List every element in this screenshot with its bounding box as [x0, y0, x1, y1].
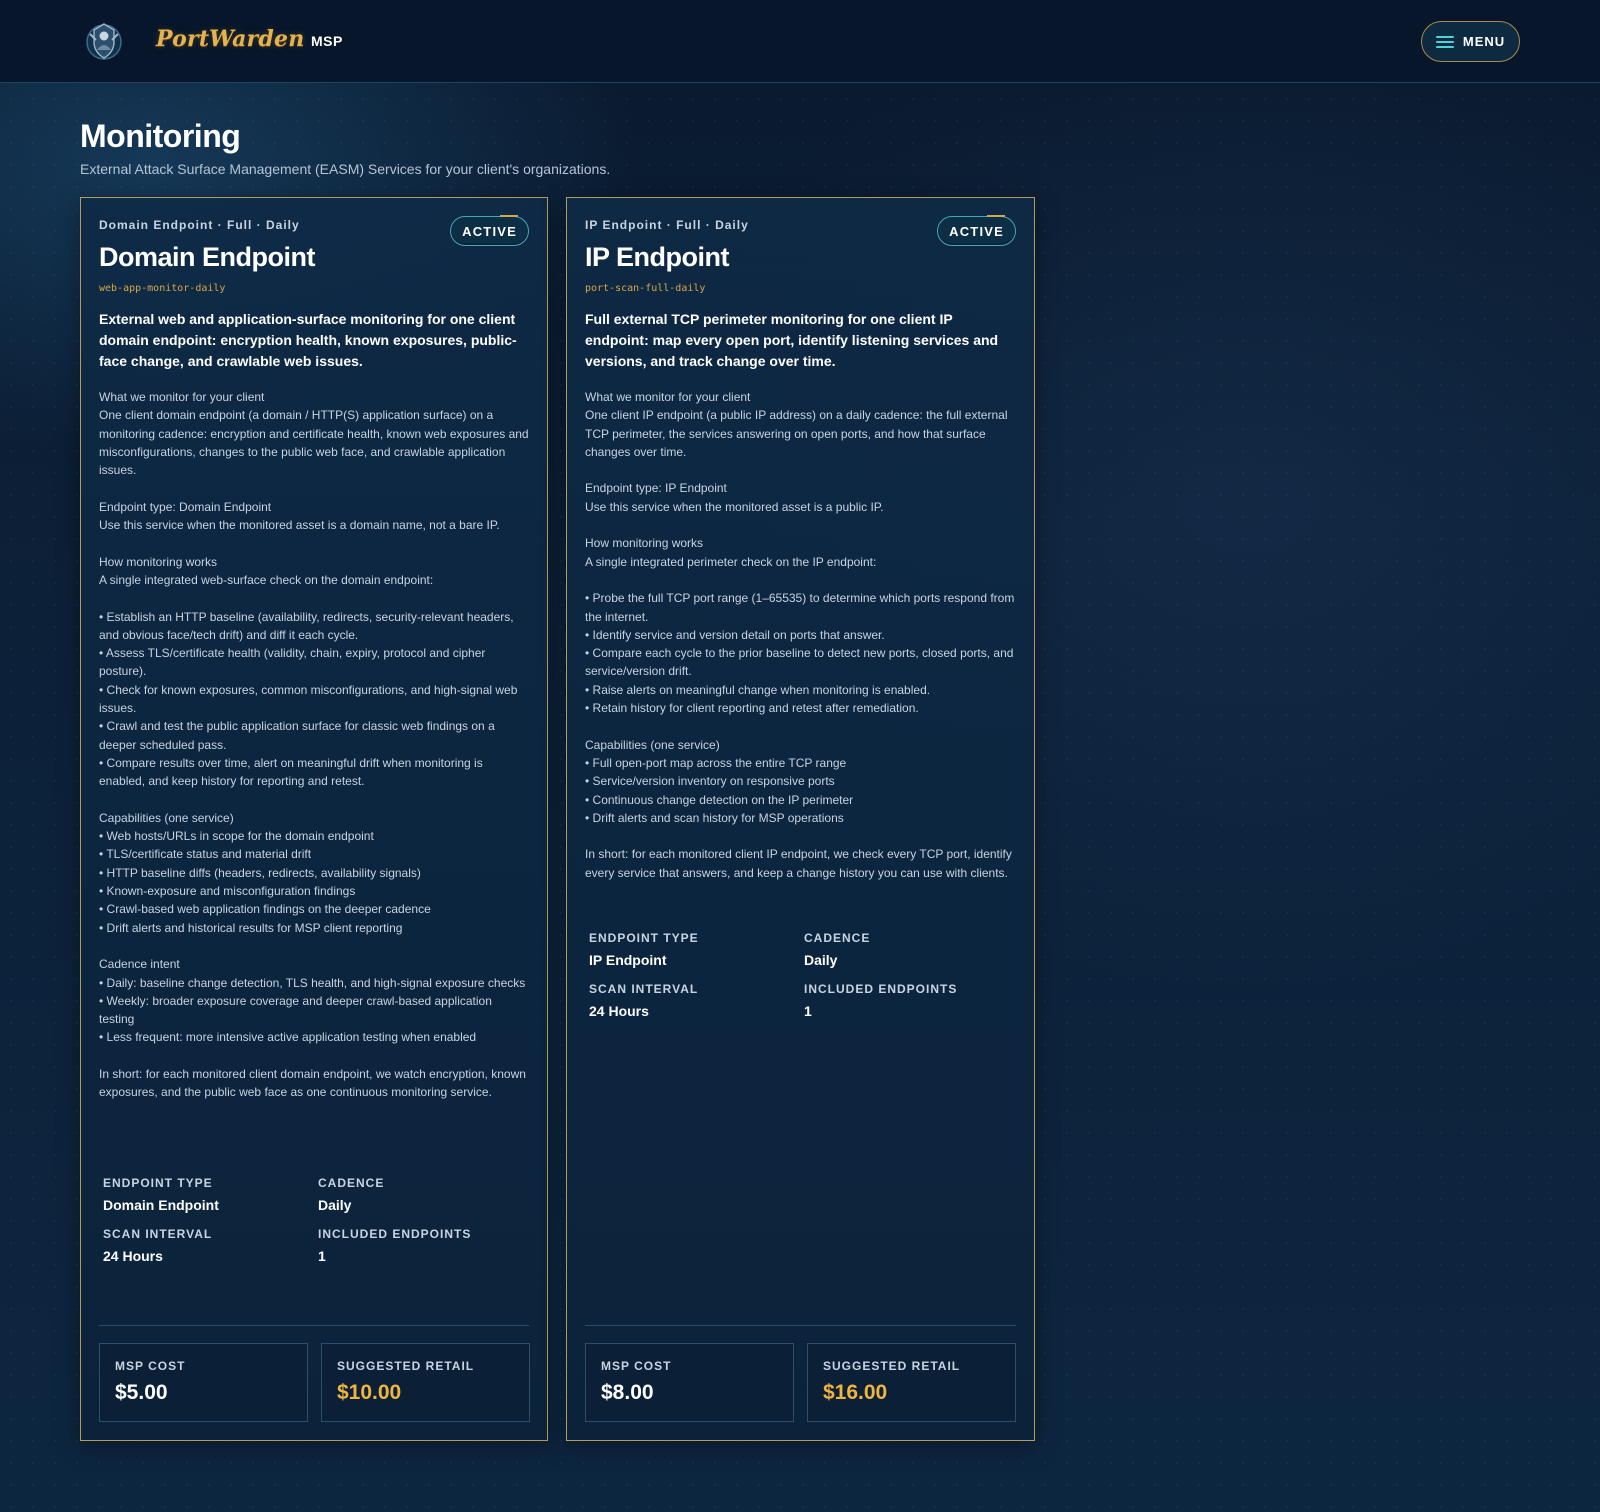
spec-value: IP Endpoint — [589, 952, 667, 968]
divider — [585, 1325, 1016, 1326]
spec-included-endpoints: INCLUDED ENDPOINTS 1 — [318, 1227, 518, 1264]
spec-value: 24 Hours — [103, 1248, 163, 1264]
menu-button[interactable]: MENU — [1421, 21, 1520, 62]
service-slug: port-scan-full-daily — [585, 283, 706, 294]
page-title: Monitoring — [80, 118, 241, 154]
suggested-retail-box: SUGGESTED RETAIL $16.00 — [807, 1343, 1016, 1422]
spec-label: CADENCE — [318, 1176, 385, 1190]
spec-value: 24 Hours — [589, 1003, 649, 1019]
msp-cost-value: $8.00 — [601, 1381, 654, 1404]
card-title: IP Endpoint — [585, 242, 730, 272]
divider — [99, 1325, 529, 1326]
card-description: What we monitor for your client One clie… — [99, 390, 529, 1100]
spec-label: ENDPOINT TYPE — [589, 931, 699, 945]
spec-label: INCLUDED ENDPOINTS — [804, 982, 958, 996]
service-card-ip-endpoint: IP Endpoint · Full · Daily ACTIVE IP End… — [566, 197, 1035, 1441]
spec-endpoint-type: ENDPOINT TYPE Domain Endpoint — [103, 1176, 318, 1213]
spec-label: SCAN INTERVAL — [103, 1227, 213, 1241]
retail-label: SUGGESTED RETAIL — [823, 1359, 961, 1373]
spec-value: Domain Endpoint — [103, 1197, 219, 1213]
retail-value: $16.00 — [823, 1381, 888, 1404]
spec-label: SCAN INTERVAL — [589, 982, 699, 996]
spec-cadence: CADENCE Daily — [804, 931, 1004, 968]
page-subtitle: External Attack Surface Management (EASM… — [80, 161, 611, 177]
spec-value: 1 — [318, 1248, 326, 1264]
suggested-retail-box: SUGGESTED RETAIL $10.00 — [321, 1343, 530, 1422]
spec-label: ENDPOINT TYPE — [103, 1176, 213, 1190]
spec-grid: ENDPOINT TYPE Domain Endpoint CADENCE Da… — [103, 1176, 529, 1264]
msp-cost-value: $5.00 — [115, 1381, 168, 1404]
brand-suffix: MSP — [311, 33, 343, 49]
spec-endpoint-type: ENDPOINT TYPE IP Endpoint — [589, 931, 804, 968]
spec-scan-interval: SCAN INTERVAL 24 Hours — [589, 982, 804, 1019]
spec-scan-interval: SCAN INTERVAL 24 Hours — [103, 1227, 318, 1264]
msp-cost-label: MSP COST — [601, 1359, 672, 1373]
spec-value: 1 — [804, 1003, 812, 1019]
spec-cadence: CADENCE Daily — [318, 1176, 518, 1213]
top-header: PortWarden MSP MENU — [0, 0, 1600, 83]
service-card-domain-endpoint: Domain Endpoint · Full · Daily ACTIVE Do… — [80, 197, 548, 1441]
msp-cost-box: MSP COST $8.00 — [585, 1343, 794, 1422]
status-badge: ACTIVE — [937, 215, 1016, 246]
menu-label: MENU — [1462, 34, 1506, 49]
spec-grid: ENDPOINT TYPE IP Endpoint CADENCE Daily … — [589, 931, 1016, 1019]
card-kicker: IP Endpoint · Full · Daily — [585, 218, 749, 232]
spec-value: Daily — [318, 1197, 352, 1213]
card-description: What we monitor for your client One clie… — [585, 390, 1015, 880]
msp-cost-label: MSP COST — [115, 1359, 186, 1373]
portwarden-shield-logo-icon[interactable] — [84, 20, 124, 62]
card-kicker: Domain Endpoint · Full · Daily — [99, 218, 300, 232]
msp-cost-box: MSP COST $5.00 — [99, 1343, 308, 1422]
card-lead: External web and application-surface mon… — [99, 311, 517, 369]
spec-label: CADENCE — [804, 931, 871, 945]
card-lead: Full external TCP perimeter monitoring f… — [585, 311, 999, 369]
hamburger-icon — [1435, 35, 1454, 49]
brand-wordmark[interactable]: PortWarden — [156, 26, 304, 52]
card-title: Domain Endpoint — [99, 242, 315, 272]
retail-label: SUGGESTED RETAIL — [337, 1359, 475, 1373]
spec-value: Daily — [804, 952, 838, 968]
spec-label: INCLUDED ENDPOINTS — [318, 1227, 472, 1241]
status-badge: ACTIVE — [450, 215, 529, 246]
spec-included-endpoints: INCLUDED ENDPOINTS 1 — [804, 982, 1004, 1019]
service-slug: web-app-monitor-daily — [99, 283, 226, 294]
retail-value: $10.00 — [337, 1381, 402, 1404]
